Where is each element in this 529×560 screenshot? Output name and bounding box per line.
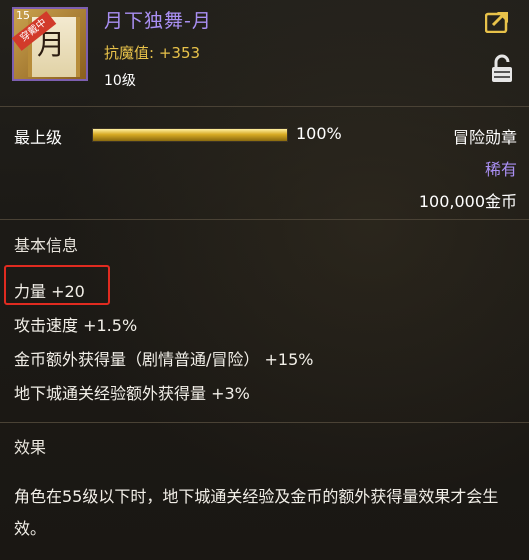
item-level: 10级 (104, 73, 136, 89)
lock-icon[interactable] (490, 54, 514, 84)
share-export-icon[interactable] (485, 9, 511, 33)
sell-price: 100,000金币 (418, 192, 517, 211)
stat-value: +353 (158, 44, 201, 62)
grade-label: 最上级 (14, 128, 63, 147)
stat-label: 抗魔值: (104, 44, 155, 62)
grade-progress-bar (92, 128, 288, 142)
attribute-line: 地下城通关经验额外获得量 +3% (14, 384, 250, 403)
effect-title: 效果 (14, 438, 47, 457)
magic-resistance: 抗魔值: +353 (104, 42, 200, 63)
effect-description: 角色在55级以下时，地下城通关经验及金币的额外获得量效果才会生效。 (14, 487, 499, 538)
rarity-label: 稀有 (484, 160, 517, 179)
item-name: 月下独舞-月 (104, 10, 212, 32)
item-number: 15 (16, 9, 30, 22)
basic-info-title: 基本信息 (14, 236, 79, 255)
item-icon[interactable]: 月 穿戴中 15 (11, 7, 88, 81)
grade-progress-fill (93, 129, 287, 141)
attribute-line: 金币额外获得量（剧情普通/冒险） +15% (14, 350, 314, 369)
item-header: 月 穿戴中 15 月下独舞-月 抗魔值: +353 10级 (0, 0, 529, 89)
item-category: 冒险勋章 (452, 128, 517, 147)
grade-progress-text: 100% (296, 124, 342, 143)
divider (0, 422, 529, 423)
divider (0, 106, 529, 107)
attribute-line: 力量 +20 (14, 282, 85, 301)
attribute-line: 攻击速度 +1.5% (14, 316, 138, 335)
item-tooltip-panel: 月 穿戴中 15 月下独舞-月 抗魔值: +353 10级 最上级 100% 冒… (0, 0, 529, 560)
divider (0, 219, 529, 220)
